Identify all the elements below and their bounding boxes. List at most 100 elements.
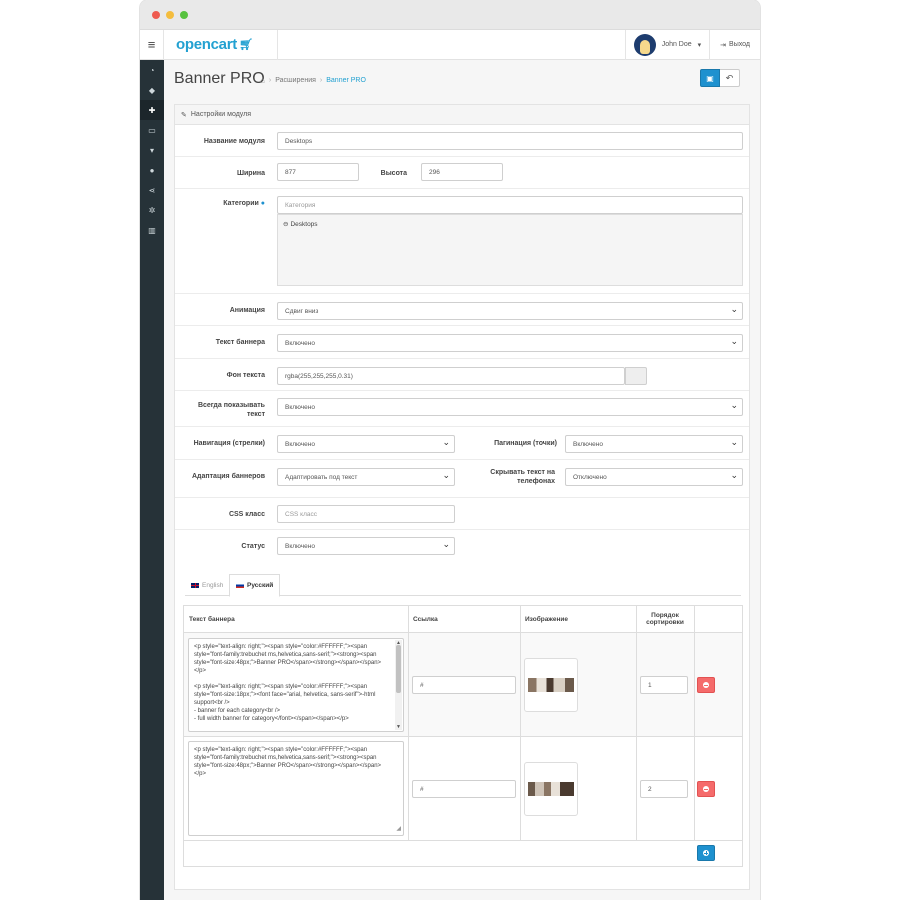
page-title: Banner PRO xyxy=(174,70,265,87)
tags-icon[interactable]: ◆ xyxy=(140,80,164,100)
label-width: Ширина xyxy=(236,170,265,177)
minus-circle-icon[interactable]: ⊖ xyxy=(283,220,288,228)
avatar xyxy=(633,33,656,56)
banner-table: Текст баннера Ссылка Изображение Порядок… xyxy=(183,605,743,867)
add-banner-button[interactable] xyxy=(697,845,715,861)
animation-select[interactable]: Сдвиг вниз xyxy=(277,302,743,320)
row-animation: Анимация Сдвиг вниз xyxy=(175,294,749,326)
label-height: Высота xyxy=(380,170,407,177)
status-select[interactable]: Включено xyxy=(277,537,455,555)
share-icon[interactable]: ⋖ xyxy=(140,180,164,200)
close-window-dot[interactable] xyxy=(152,10,160,19)
caret-down-icon: ▾ xyxy=(697,41,702,49)
minimize-window-dot[interactable] xyxy=(166,10,174,19)
category-label-text: Категории xyxy=(223,200,259,207)
label-hide-mobile: Скрывать текст на телефонах xyxy=(490,469,555,485)
user-icon[interactable]: ● xyxy=(140,160,164,180)
resize-handle-icon[interactable]: ◢ xyxy=(396,825,401,833)
user-name: John Doe xyxy=(661,41,692,48)
nav-arrows-select[interactable]: Включено xyxy=(277,435,455,453)
label-pagination: Пагинация (точки) xyxy=(494,440,557,447)
logout-link[interactable]: ⇥ Выход xyxy=(709,29,760,60)
pencil-icon: ✎ xyxy=(181,111,187,119)
banner-text-textarea-2[interactable]: <p style="text-align: right;"><span styl… xyxy=(188,741,404,836)
banner-text-textarea-1[interactable]: <p style="text-align: right;"><span styl… xyxy=(188,638,404,732)
height-input[interactable]: 296 xyxy=(421,163,503,181)
tab-russian[interactable]: Русский xyxy=(229,574,281,597)
row-banner-text: Текст баннера Включено xyxy=(175,326,749,359)
remove-row-button-2[interactable] xyxy=(697,781,715,797)
label-always-show: Всегда показывать текст xyxy=(197,402,265,418)
category-selected-well: ⊖ Desktops xyxy=(277,214,743,286)
th-image: Изображение xyxy=(525,615,568,623)
link-input-2[interactable]: # xyxy=(412,780,516,798)
label-nav-arrows: Навигация (стрелки) xyxy=(193,440,265,447)
th-banner-text: Текст баннера xyxy=(189,615,235,623)
banner-text-content-1: <p style="text-align: right;"><span styl… xyxy=(194,644,382,722)
text-bg-input[interactable]: rgba(255,255,255,0.31) xyxy=(277,367,625,385)
row-text-bg: Фон текста rgba(255,255,255,0.31) xyxy=(175,359,749,391)
sort-order-input-2[interactable]: 2 xyxy=(640,780,688,798)
row-size: Ширина 877 Высота 296 xyxy=(175,157,749,189)
label-status: Статус xyxy=(241,543,265,550)
banner-image-1[interactable] xyxy=(524,658,578,712)
save-button[interactable]: ▣ xyxy=(700,69,720,87)
scrollbar-thumb[interactable] xyxy=(396,645,401,693)
banner-text-select[interactable]: Включено xyxy=(277,334,743,352)
category-chip: ⊖ Desktops xyxy=(283,220,318,229)
th-link: Ссылка xyxy=(413,615,438,623)
maximize-window-dot[interactable] xyxy=(180,10,188,19)
always-show-select[interactable]: Включено xyxy=(277,398,743,416)
desktop-icon[interactable]: ▭ xyxy=(140,120,164,140)
back-button[interactable]: ↶ xyxy=(720,69,740,87)
minus-circle-icon xyxy=(703,786,709,792)
hide-mobile-select[interactable]: Отключено xyxy=(565,468,743,486)
menu-toggle-icon[interactable]: ≡ xyxy=(140,29,164,60)
row-status: Статус Включено xyxy=(175,530,749,562)
scroll-up-icon[interactable]: ▲ xyxy=(395,639,402,647)
banner-image-2[interactable] xyxy=(524,762,578,816)
remove-row-button-1[interactable] xyxy=(697,677,715,693)
scroll-down-icon[interactable]: ▼ xyxy=(395,723,402,731)
dashboard-icon[interactable]: ◔ xyxy=(140,60,164,80)
sort-order-input-1[interactable]: 1 xyxy=(640,676,688,694)
bar-chart-icon[interactable]: ▥ xyxy=(140,220,164,240)
cog-icon[interactable]: ✲ xyxy=(140,200,164,220)
uk-flag-icon xyxy=(191,582,199,588)
main-content: Banner PRO ⌂ › Расширения › Banner PRO ▣… xyxy=(164,60,760,900)
window-titlebar xyxy=(140,0,760,30)
css-class-input[interactable]: CSS класс xyxy=(277,505,455,523)
shopping-cart-icon[interactable]: ▾ xyxy=(140,140,164,160)
puzzle-icon[interactable]: ✚ xyxy=(140,100,164,120)
logout-label: Выход xyxy=(729,41,750,48)
tab-english[interactable]: English xyxy=(185,574,229,596)
pagination-select[interactable]: Включено xyxy=(565,435,743,453)
width-input[interactable]: 877 xyxy=(277,163,359,181)
breadcrumb: ⌂ › Расширения › Banner PRO xyxy=(260,76,366,85)
tab-english-label: English xyxy=(202,581,224,589)
label-banner-text: Текст баннера xyxy=(215,339,265,346)
help-icon[interactable]: ● xyxy=(261,200,265,207)
category-input[interactable]: Категория xyxy=(277,196,743,214)
language-tabs: English Русский xyxy=(185,574,741,597)
opencart-logo[interactable]: opencart 🛒︎ xyxy=(164,29,278,60)
browser-window: ≡ opencart 🛒︎ John Doe ▾ ⇥ Выход ◔ ◆ ✚ ▭… xyxy=(140,0,760,900)
row-category: Категории ● Категория ⊖ Desktops xyxy=(175,189,749,294)
home-icon[interactable]: ⌂ xyxy=(260,76,265,85)
label-css-class: CSS класс xyxy=(228,511,265,518)
page-header: Banner PRO ⌂ › Расширения › Banner PRO ▣… xyxy=(174,68,750,98)
tab-russian-label: Русский xyxy=(247,582,274,589)
banner-text-content-2: <p style="text-align: right;"><span styl… xyxy=(194,747,382,777)
module-name-input[interactable]: Desktops xyxy=(277,132,743,150)
save-icon: ▣ xyxy=(706,73,714,83)
row-adaptation: Адаптация баннеров Адаптировать под текс… xyxy=(175,460,749,498)
sign-out-icon: ⇥ xyxy=(720,41,727,49)
link-input-1[interactable]: # xyxy=(412,676,516,694)
breadcrumb-item-current[interactable]: Banner PRO xyxy=(326,77,366,84)
color-picker-button[interactable] xyxy=(625,367,647,385)
adaptation-select[interactable]: Адаптировать под текст xyxy=(277,468,455,486)
user-menu[interactable]: John Doe ▾ xyxy=(624,29,709,60)
panel-title: Настройки модуля xyxy=(190,111,252,118)
breadcrumb-item-extensions[interactable]: Расширения xyxy=(275,77,316,84)
label-module-name: Название модуля xyxy=(203,138,265,145)
